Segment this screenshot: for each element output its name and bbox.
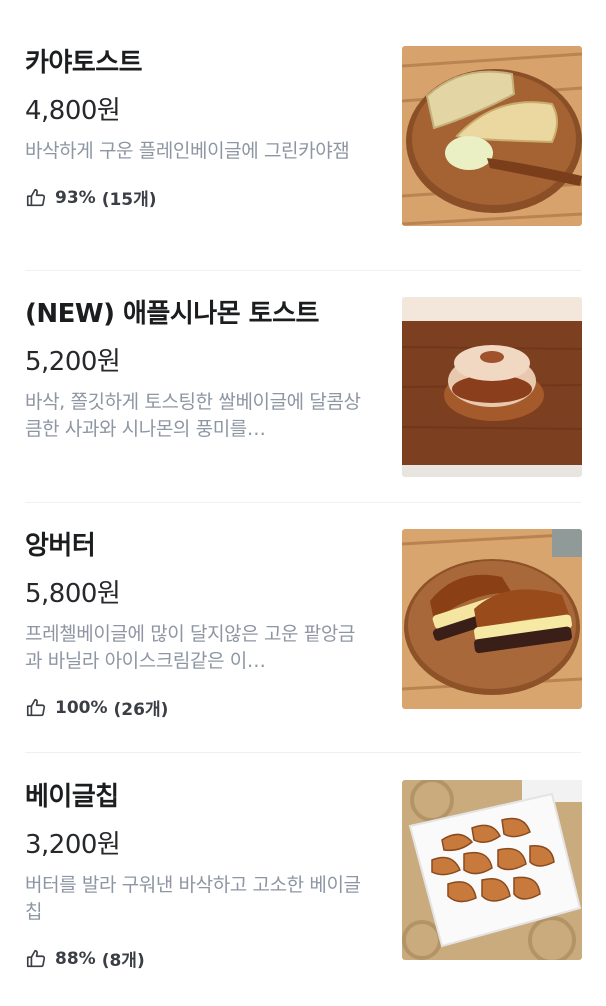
menu-item-price: 3,200원 (25, 830, 121, 860)
rating-percent: 93% (55, 187, 96, 208)
menu-item-info: 베이글칩 3,200원 버터를 발라 구워낸 바삭하고 고소한 베이글칩 88%… (25, 780, 365, 1006)
menu-item-ang-butter[interactable]: 앙버터 5,800원 프레첼베이글에 많이 달지않은 고운 팥앙금과 바닐라 아… (25, 503, 582, 753)
menu-item-rating: 100% (26개) (25, 695, 365, 720)
thumbs-up-icon (25, 948, 47, 970)
menu-item-rating: 88% (8개) (25, 946, 365, 971)
menu-item-name: (NEW) 애플시나몬 토스트 (25, 299, 319, 329)
menu-item-info: 카야토스트 4,800원 바삭하게 구운 플레인베이글에 그린카야잼 93% (… (25, 46, 365, 270)
menu-item-rating: 93% (15개) (25, 185, 365, 210)
menu-item-apple-cinnamon-toast[interactable]: (NEW) 애플시나몬 토스트 5,200원 바삭, 쫄깃하게 토스팅한 쌀베이… (25, 271, 582, 503)
thumbs-up-icon (25, 187, 47, 209)
rating-percent: 88% (55, 948, 96, 969)
menu-item-description: 프레첼베이글에 많이 달지않은 고운 팥앙금과 바닐라 아이스크림같은 이… (25, 623, 355, 672)
thumbs-up-icon (25, 697, 47, 719)
rating-count: (15개) (101, 190, 157, 210)
bagel-chips-photo[interactable] (402, 780, 582, 960)
menu-item-bagel-chips[interactable]: 베이글칩 3,200원 버터를 발라 구워낸 바삭하고 고소한 베이글칩 88%… (25, 753, 582, 1006)
menu-item-price: 5,800원 (25, 579, 121, 609)
menu-item-name: 베이글칩 (25, 782, 119, 812)
rating-percent: 100% (55, 697, 108, 718)
apple-cinnamon-toast-photo[interactable] (402, 297, 582, 477)
menu-item-price: 4,800원 (25, 96, 121, 126)
ang-butter-photo[interactable] (402, 529, 582, 709)
menu-item-info: 앙버터 5,800원 프레첼베이글에 많이 달지않은 고운 팥앙금과 바닐라 아… (25, 529, 365, 752)
menu-item-description: 바삭, 쫄깃하게 토스팅한 쌀베이글에 달콤상큼한 사과와 시나몬의 풍미를… (25, 391, 361, 440)
menu-list: 카야토스트 4,800원 바삭하게 구운 플레인베이글에 그린카야잼 93% (… (0, 0, 606, 1006)
menu-item-description: 버터를 발라 구워낸 바삭하고 고소한 베이글칩 (25, 874, 361, 923)
menu-item-kaya-toast[interactable]: 카야토스트 4,800원 바삭하게 구운 플레인베이글에 그린카야잼 93% (… (25, 0, 582, 271)
menu-item-info: (NEW) 애플시나몬 토스트 5,200원 바삭, 쫄깃하게 토스팅한 쌀베이… (25, 297, 365, 502)
menu-item-name: 카야토스트 (25, 48, 143, 78)
rating-count: (8개) (101, 951, 145, 971)
kaya-toast-photo[interactable] (402, 46, 582, 226)
menu-item-price: 5,200원 (25, 347, 121, 377)
menu-item-name: 앙버터 (25, 531, 96, 561)
rating-count: (26개) (113, 700, 169, 720)
menu-item-description: 바삭하게 구운 플레인베이글에 그린카야잼 (25, 140, 350, 162)
